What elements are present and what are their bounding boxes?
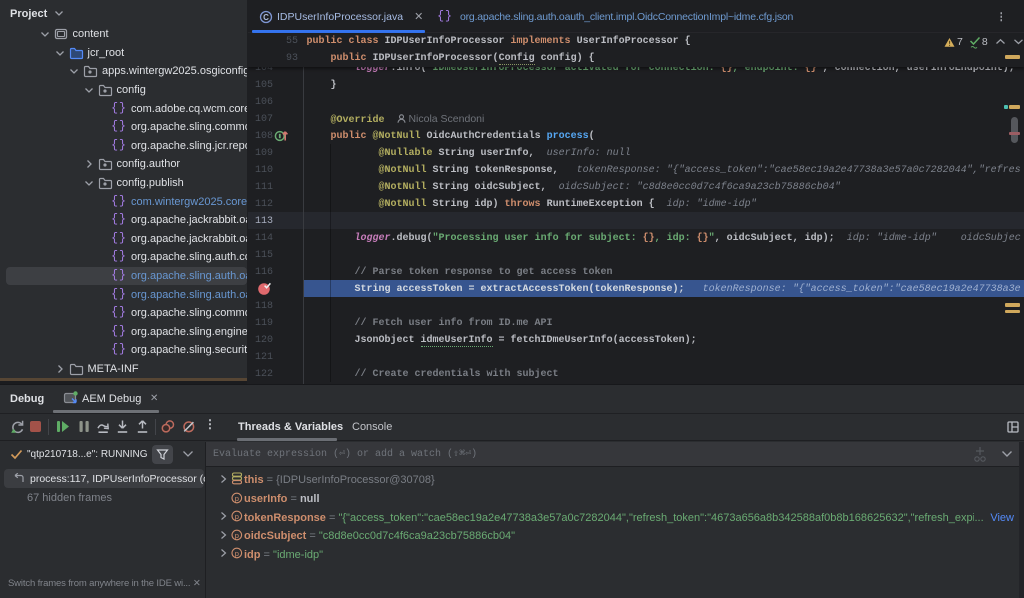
svg-text:p: p bbox=[235, 549, 239, 558]
svg-text:p: p bbox=[235, 531, 239, 540]
svg-text:p: p bbox=[235, 512, 239, 521]
svg-text:p: p bbox=[235, 493, 239, 502]
svg-text:C: C bbox=[263, 13, 269, 22]
